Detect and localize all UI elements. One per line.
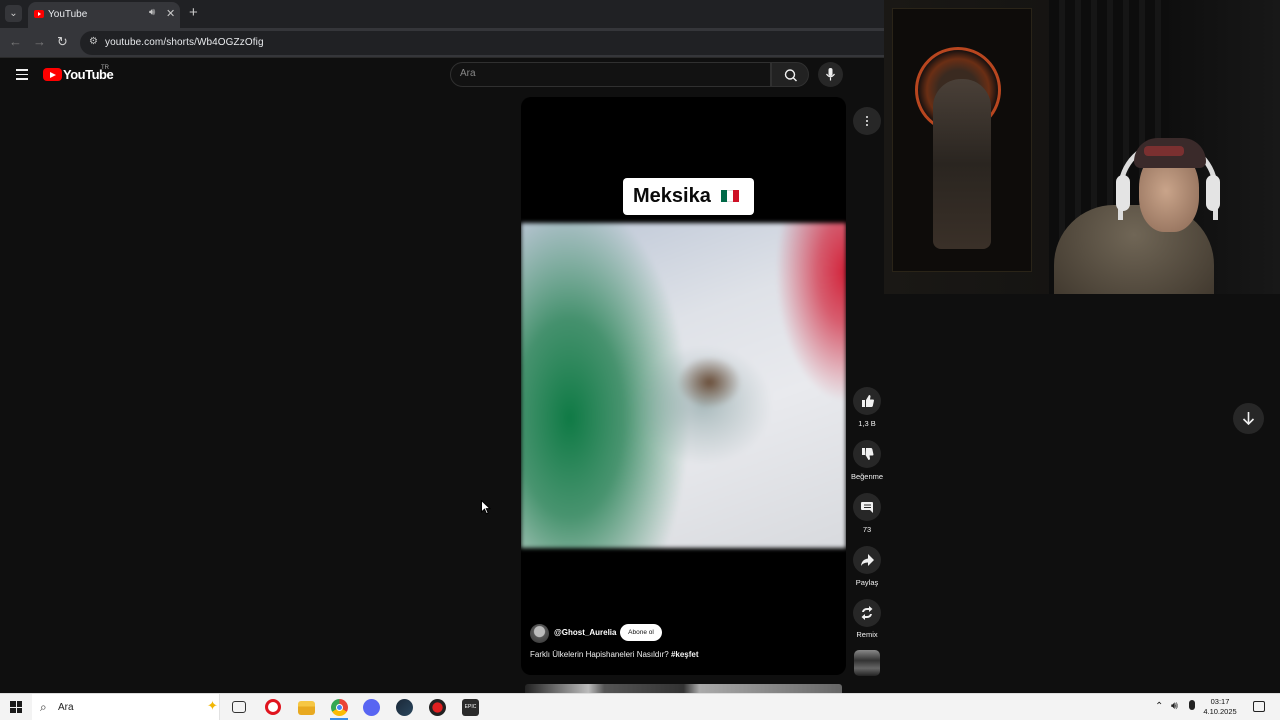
tab-title: YouTube bbox=[48, 9, 88, 20]
caption-text: Farklı Ülkelerin Hapishaneleri Nasıldır? bbox=[530, 650, 671, 659]
thumbs-up-icon bbox=[862, 395, 874, 407]
share-arrow-icon bbox=[861, 554, 874, 566]
address-bar[interactable]: ⚙ youtube.com/shorts/Wb4OGZzOfig bbox=[80, 31, 884, 55]
sound-thumbnail[interactable] bbox=[854, 650, 880, 676]
clock-time[interactable]: 03:17 bbox=[1200, 697, 1240, 706]
video-caption: Farklı Ülkelerin Hapishaneleri Nasıldır?… bbox=[530, 650, 699, 659]
streamer-cap bbox=[1134, 138, 1206, 168]
close-tab-icon[interactable]: ✕ bbox=[166, 7, 175, 20]
microphone-tray-icon[interactable] bbox=[1189, 700, 1195, 710]
comment-count: 73 bbox=[862, 525, 872, 534]
windows-start-icon[interactable] bbox=[10, 701, 22, 713]
thumbs-down-icon bbox=[862, 448, 874, 460]
opera-icon[interactable] bbox=[265, 699, 281, 715]
share-label: Paylaş bbox=[855, 578, 879, 587]
browser-toolbar: ← → ↻ ⚙ youtube.com/shorts/Wb4OGZzOfig bbox=[0, 28, 884, 58]
channel-row: @Ghost_Aurelia Abone ol bbox=[530, 624, 830, 644]
video-title-card: Meksika bbox=[623, 178, 754, 215]
remix-icon bbox=[861, 606, 873, 620]
dislike-button[interactable] bbox=[853, 440, 881, 468]
volume-icon[interactable]: 🔊︎ bbox=[1171, 700, 1178, 713]
taskbar-search-box[interactable]: ⌕ Ara ✦ bbox=[32, 694, 220, 720]
windows-taskbar: ⌕ Ara ✦ EPIC ⌃ 🔊︎ 03:17 4.10.2025 bbox=[0, 693, 1280, 720]
epic-games-icon[interactable]: EPIC bbox=[462, 699, 479, 716]
video-frame-mexico-flag bbox=[521, 223, 846, 548]
search-box[interactable] bbox=[450, 62, 771, 87]
wall-tapestry bbox=[892, 8, 1032, 272]
search-input[interactable] bbox=[460, 68, 760, 79]
tapestry-knight-figure bbox=[933, 79, 991, 249]
channel-avatar[interactable] bbox=[530, 624, 549, 643]
steam-icon[interactable] bbox=[396, 699, 413, 716]
search-icon bbox=[784, 69, 797, 82]
like-count: 1,3 B bbox=[858, 419, 876, 428]
shorts-video-player[interactable]: Meksika @Ghost_Aurelia Abone ol Farklı Ü… bbox=[521, 97, 846, 675]
url-text[interactable]: youtube.com/shorts/Wb4OGZzOfig bbox=[105, 37, 264, 48]
menu-hamburger-icon[interactable] bbox=[16, 69, 28, 83]
browser-tab-youtube[interactable]: YouTube 🔊︎ ✕ bbox=[28, 2, 180, 28]
more-options-button[interactable] bbox=[853, 107, 881, 135]
search-button[interactable] bbox=[771, 62, 809, 87]
country-code: TR bbox=[101, 65, 109, 71]
microphone-icon bbox=[826, 68, 835, 81]
new-tab-plus-icon[interactable]: + bbox=[189, 5, 198, 20]
youtube-play-icon bbox=[43, 68, 62, 81]
subscribe-button[interactable]: Abone ol bbox=[620, 624, 662, 641]
voice-search-button[interactable] bbox=[818, 62, 843, 87]
chrome-icon[interactable] bbox=[331, 699, 348, 716]
task-view-icon[interactable] bbox=[232, 701, 246, 713]
clock-date[interactable]: 4.10.2025 bbox=[1200, 707, 1240, 716]
headset-earcup-left bbox=[1116, 175, 1130, 211]
search-icon: ⌕ bbox=[40, 700, 47, 714]
mouse-cursor-icon bbox=[481, 500, 491, 515]
caption-hashtag[interactable]: #keşfet bbox=[671, 650, 699, 659]
channel-handle[interactable]: @Ghost_Aurelia bbox=[554, 628, 616, 637]
comment-icon bbox=[861, 502, 873, 513]
back-arrow-icon[interactable]: ← bbox=[9, 34, 22, 49]
next-video-button[interactable] bbox=[1233, 403, 1264, 434]
dislike-label: Beğenme bbox=[850, 472, 884, 481]
youtube-favicon-icon bbox=[34, 10, 44, 18]
discord-icon[interactable] bbox=[363, 699, 380, 716]
speaker-icon[interactable]: 🔊︎ bbox=[149, 7, 155, 18]
share-button[interactable] bbox=[853, 546, 881, 574]
headset-earcup-right bbox=[1206, 175, 1220, 211]
file-explorer-icon[interactable] bbox=[298, 701, 315, 715]
notification-center-icon[interactable] bbox=[1253, 701, 1265, 712]
remix-button[interactable] bbox=[853, 599, 881, 627]
site-settings-icon[interactable]: ⚙ bbox=[89, 36, 98, 47]
show-hidden-icons-chevron-icon[interactable]: ⌃ bbox=[1155, 701, 1163, 712]
like-button[interactable] bbox=[853, 387, 881, 415]
mexico-flag-icon bbox=[721, 190, 739, 202]
sparkle-icon: ✦ bbox=[207, 698, 218, 713]
app-red-icon[interactable] bbox=[429, 699, 446, 716]
arrow-down-icon bbox=[1242, 412, 1255, 426]
taskbar-search-placeholder: Ara bbox=[58, 702, 74, 713]
tab-search-button[interactable]: ⌄ bbox=[5, 5, 22, 22]
forward-arrow-icon[interactable]: → bbox=[33, 34, 46, 49]
reload-icon[interactable]: ↻ bbox=[57, 34, 68, 50]
comments-button[interactable] bbox=[853, 493, 881, 521]
browser-tab-strip: ⌄ YouTube 🔊︎ ✕ + bbox=[0, 0, 884, 28]
remix-label: Remix bbox=[856, 630, 878, 639]
webcam-overlay bbox=[884, 0, 1280, 294]
video-overlay-title: Meksika bbox=[633, 185, 711, 207]
